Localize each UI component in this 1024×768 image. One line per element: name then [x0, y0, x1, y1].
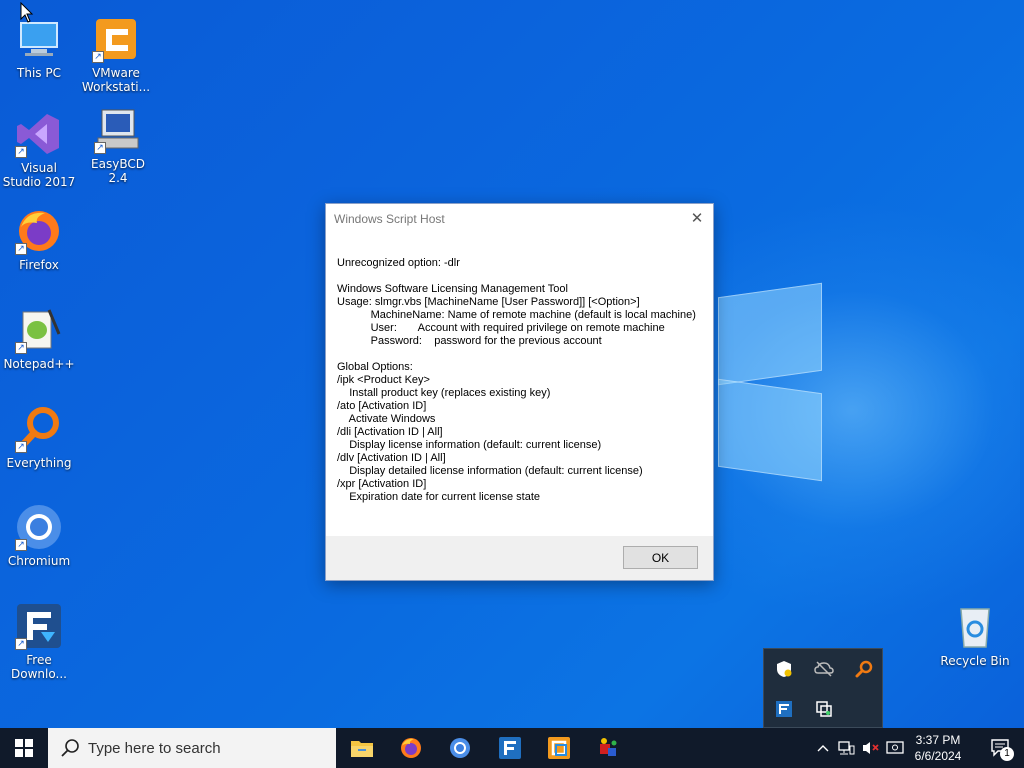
task-view-tray-icon[interactable] [812, 697, 836, 721]
message-line: Display detailed license information (de… [337, 465, 643, 477]
message-line: Password: password for the previous acco… [337, 335, 602, 347]
desktop-icon-label: This PC [17, 66, 61, 80]
taskbar-free-download-manager[interactable] [486, 728, 534, 768]
everything-tray-icon[interactable] [852, 657, 876, 681]
taskbar-clock[interactable]: 3:37 PM 6/6/2024 [905, 732, 971, 764]
desktop-icon-free-download-manager[interactable]: ↗ Free Downlo... [1, 602, 77, 681]
network-icon[interactable] [836, 728, 858, 768]
desktop-icon-this-pc[interactable]: This PC [1, 15, 77, 80]
free-download-manager-tray-icon[interactable] [772, 697, 796, 721]
dialog-footer: OK [326, 536, 713, 580]
desktop-icon-label: VMware Workstati... [81, 66, 151, 94]
start-button[interactable] [0, 728, 48, 768]
message-line: Display license information (default: cu… [337, 439, 602, 451]
windows-logo-wallpaper [718, 282, 822, 482]
notification-center-button[interactable]: 1 [978, 728, 1024, 768]
firefox-icon: ↗ [15, 207, 63, 255]
desktop-icon-label: EasyBCD 2.4 [91, 157, 145, 185]
visual-studio-icon: ↗ [15, 110, 63, 158]
taskbar-chromium[interactable] [436, 728, 484, 768]
message-line [337, 348, 705, 361]
everything-search-icon: ↗ [15, 405, 63, 453]
taskbar-vmware[interactable] [535, 728, 583, 768]
onedrive-offline-icon[interactable] [812, 657, 836, 681]
desktop-icon-vmware[interactable]: ↗ VMware Workstati... [78, 15, 154, 94]
windows-security-shield-icon[interactable] [772, 657, 796, 681]
free-download-manager-icon [499, 737, 521, 759]
message-line: /dli [Activation ID | All] [337, 426, 443, 438]
desktop-icon-label: Notepad++ [3, 357, 75, 371]
message-line: Unrecognized option: -dlr [337, 257, 460, 269]
clock-time: 3:37 PM [915, 733, 961, 747]
shortcut-arrow-icon: ↗ [15, 146, 27, 158]
message-line: Expiration date for current license stat… [337, 491, 540, 503]
chromium-icon [450, 738, 470, 758]
mouse-cursor-icon [20, 1, 34, 28]
recycle-bin-icon [951, 603, 999, 651]
dialog-title: Windows Script Host [334, 212, 445, 226]
taskbar-search-box[interactable]: Type here to search [48, 728, 336, 768]
shortcut-arrow-icon: ↗ [15, 342, 27, 354]
free-download-manager-icon: ↗ [15, 602, 63, 650]
shortcut-arrow-icon: ↗ [15, 441, 27, 453]
message-line: Usage: slmgr.vbs [MachineName [User Pass… [337, 296, 640, 308]
shortcut-arrow-icon: ↗ [15, 539, 27, 551]
message-line: Windows Software Licensing Management To… [337, 283, 568, 295]
desktop-icon-label: Visual Studio 2017 [2, 161, 76, 189]
shortcut-arrow-icon: ↗ [94, 142, 106, 154]
message-line: Activate Windows [337, 413, 436, 425]
message-line: User: Account with required privilege on… [337, 322, 665, 334]
windows-script-host-dialog: Windows Script Host ✕ Unrecognized optio… [325, 203, 714, 581]
desktop-icon-notepad-plus-plus[interactable]: ↗ Notepad++ [1, 306, 77, 371]
vmware-icon [548, 737, 570, 759]
message-line [337, 270, 705, 283]
tray-overflow-popup [763, 648, 883, 728]
search-icon [61, 739, 79, 757]
message-line: Global Options: [337, 361, 413, 373]
shortcut-arrow-icon: ↗ [92, 51, 104, 63]
vmware-icon: ↗ [92, 15, 140, 63]
desktop-icon-label: Everything [6, 456, 72, 470]
notepad-plus-plus-icon: ↗ [15, 306, 63, 354]
desktop-icon-everything[interactable]: ↗ Everything [1, 405, 77, 470]
desktop-icon-label: Chromium [7, 554, 71, 568]
taskbar-app-colorful[interactable] [584, 728, 632, 768]
show-hidden-icons-chevron-up-icon[interactable] [814, 728, 832, 768]
chromium-icon: ↗ [15, 503, 63, 551]
desktop-icon-recycle-bin[interactable]: Recycle Bin [937, 603, 1013, 668]
shortcut-arrow-icon: ↗ [15, 243, 27, 255]
volume-muted-icon[interactable] [860, 728, 882, 768]
message-line: Install product key (replaces existing k… [337, 387, 551, 399]
notification-count-badge: 1 [1000, 747, 1014, 761]
taskbar-file-explorer[interactable] [338, 728, 386, 768]
search-placeholder: Type here to search [88, 739, 221, 757]
message-line: /ipk <Product Key> [337, 374, 430, 386]
desktop-icon-label: Free Downlo... [11, 653, 67, 681]
desktop-icon-label: Recycle Bin [940, 654, 1010, 668]
close-icon[interactable]: ✕ [689, 210, 705, 226]
display-settings-icon[interactable] [884, 728, 906, 768]
taskbar: Type here to search 3:37 PM 6/6/2024 1 [0, 728, 1024, 768]
windows-start-icon [15, 739, 33, 757]
message-line: MachineName: Name of remote machine (def… [337, 309, 696, 321]
dialog-message: Unrecognized option: -dlr Windows Softwa… [337, 257, 705, 504]
shortcut-arrow-icon: ↗ [15, 638, 27, 650]
folder-icon [351, 741, 373, 757]
desktop-icon-label: Firefox [19, 258, 59, 272]
clock-date: 6/6/2024 [914, 749, 962, 763]
desktop-icon-chromium[interactable]: ↗ Chromium [1, 503, 77, 568]
message-line: /dlv [Activation ID | All] [337, 452, 446, 464]
desktop-icon-easybcd[interactable]: ↗ EasyBCD 2.4 [80, 106, 156, 185]
ok-button[interactable]: OK [623, 546, 698, 569]
taskbar-firefox[interactable] [387, 728, 435, 768]
firefox-icon [401, 738, 421, 758]
desktop-icon-firefox[interactable]: ↗ Firefox [1, 207, 77, 272]
desktop-icon-visual-studio[interactable]: ↗ Visual Studio 2017 [1, 110, 77, 189]
easybcd-icon: ↗ [94, 106, 142, 154]
colorful-app-icon [600, 738, 617, 756]
message-line: /xpr [Activation ID] [337, 478, 427, 490]
message-line: /ato [Activation ID] [337, 400, 427, 412]
